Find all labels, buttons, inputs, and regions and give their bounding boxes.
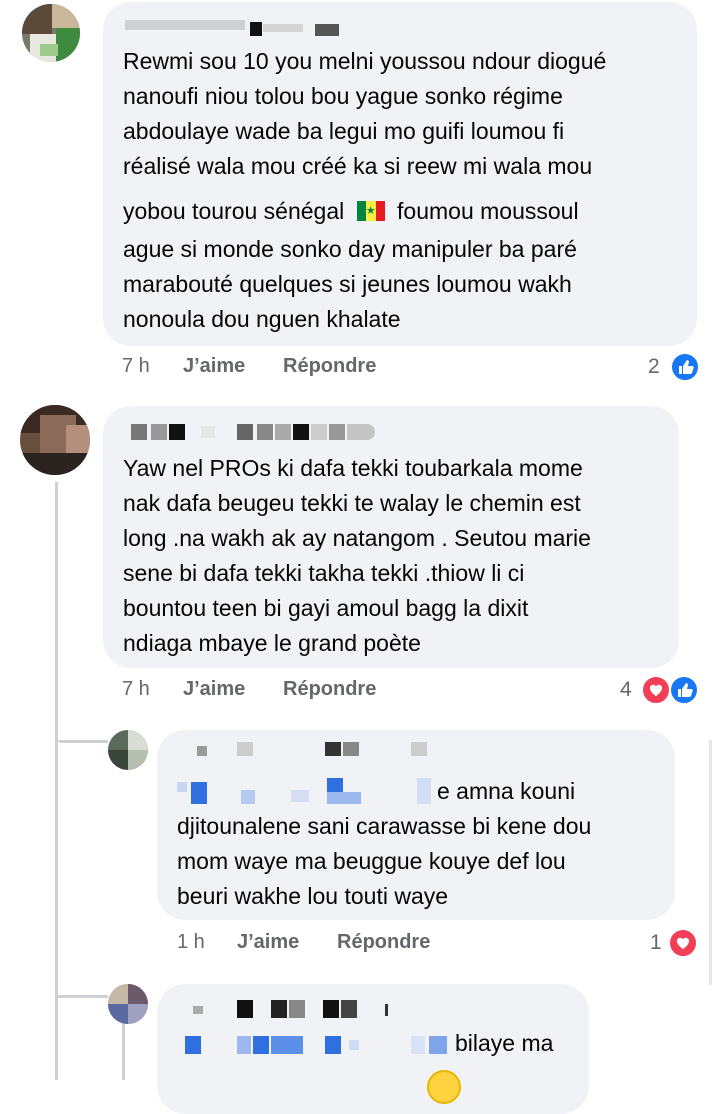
reply-button[interactable]: Répondre (283, 678, 376, 701)
mention-redacted[interactable] (185, 1034, 455, 1054)
author-name-redacted[interactable] (125, 422, 385, 442)
comment-text-line: réalisé wala mou créé ka si reew mi wala… (123, 153, 593, 179)
comment-text-line: nonoula dou nguen khalate (123, 306, 401, 332)
comment-text-line: nak dafa beugeu tekki te walay le chemin… (123, 490, 581, 516)
like-button[interactable]: J’aime (183, 678, 245, 701)
comment-timestamp[interactable]: 7 h (122, 355, 150, 378)
avatar[interactable] (20, 405, 90, 475)
text-segment: foumou moussoul (397, 198, 579, 224)
mention-redacted[interactable] (177, 778, 447, 804)
author-name-redacted[interactable] (193, 1000, 453, 1018)
like-icon[interactable] (669, 675, 699, 705)
reaction-count[interactable]: 4 (620, 678, 632, 702)
thread-line-reply-2 (58, 995, 108, 998)
love-icon[interactable] (641, 675, 671, 705)
comment-text-line: abdoulaye wade ba legui mo guifi loumou … (123, 118, 565, 144)
thread-line (55, 482, 58, 1080)
comment-text-line: marabouté quelques si jeunes loumou wakh (123, 271, 572, 297)
love-icon[interactable] (668, 928, 698, 958)
comment-text-line: Yaw nel PROs ki dafa tekki toubarkala mo… (123, 455, 583, 481)
avatar[interactable] (108, 730, 148, 770)
comment-text-line: nanoufi niou tolou bou yague sonko régim… (123, 83, 563, 109)
comment-text-line: long .na wakh ak ay natangom . Seutou ma… (123, 525, 591, 551)
scroll-edge-line (709, 740, 712, 985)
thread-line-reply-1 (58, 740, 108, 743)
comment-text-line: yobou tourou sénégal 🇸🇳 ★ foumou moussou… (123, 194, 579, 229)
comment-text-line: djitounalene sani carawasse bi kene dou (177, 813, 592, 839)
reply-button[interactable]: Répondre (337, 931, 430, 954)
like-button[interactable]: J’aime (237, 931, 299, 954)
reaction-count[interactable]: 1 (650, 931, 662, 955)
emoji-partial (427, 1070, 461, 1104)
like-icon[interactable] (670, 352, 700, 382)
comment-timestamp[interactable]: 7 h (122, 678, 150, 701)
text-segment: yobou tourou sénégal (123, 198, 345, 224)
thread-line-sub (122, 1020, 125, 1080)
author-name-redacted[interactable] (125, 10, 345, 36)
comment-text-line: bilaye ma (455, 1030, 554, 1056)
comment-text-line: ague si monde sonko day manipuler ba par… (123, 236, 577, 262)
comment-text-line: bountou teen bi gayi amoul bagg la dixit (123, 595, 529, 621)
comment-text-line: sene bi dafa tekki takha tekki .thiow li… (123, 560, 525, 586)
reaction-count[interactable]: 2 (648, 355, 660, 379)
avatar[interactable] (22, 4, 80, 62)
reply-bubble: e amna kouni djitounalene sani carawasse… (157, 730, 675, 920)
reply-bubble: bilaye ma (157, 984, 589, 1114)
comment-text-line: ndiaga mbaye le grand poète (123, 630, 421, 656)
comment-text-line: Rewmi sou 10 you melni youssou ndour dio… (123, 48, 607, 74)
avatar[interactable] (108, 984, 148, 1024)
comment-text-line: beuri wakhe lou touti waye (177, 883, 449, 909)
comment-timestamp[interactable]: 1 h (177, 931, 205, 954)
reply-button[interactable]: Répondre (283, 355, 376, 378)
like-button[interactable]: J’aime (183, 355, 245, 378)
senegal-flag-emoji: 🇸🇳 ★ (356, 201, 385, 221)
comment-bubble: Yaw nel PROs ki dafa tekki toubarkala mo… (103, 406, 679, 668)
comment-text-line: e amna kouni (437, 778, 576, 804)
comment-text-line: mom waye ma beuggue kouye def lou (177, 848, 566, 874)
author-name-redacted[interactable] (197, 740, 497, 758)
comment-bubble: Rewmi sou 10 you melni youssou ndour dio… (103, 2, 697, 346)
